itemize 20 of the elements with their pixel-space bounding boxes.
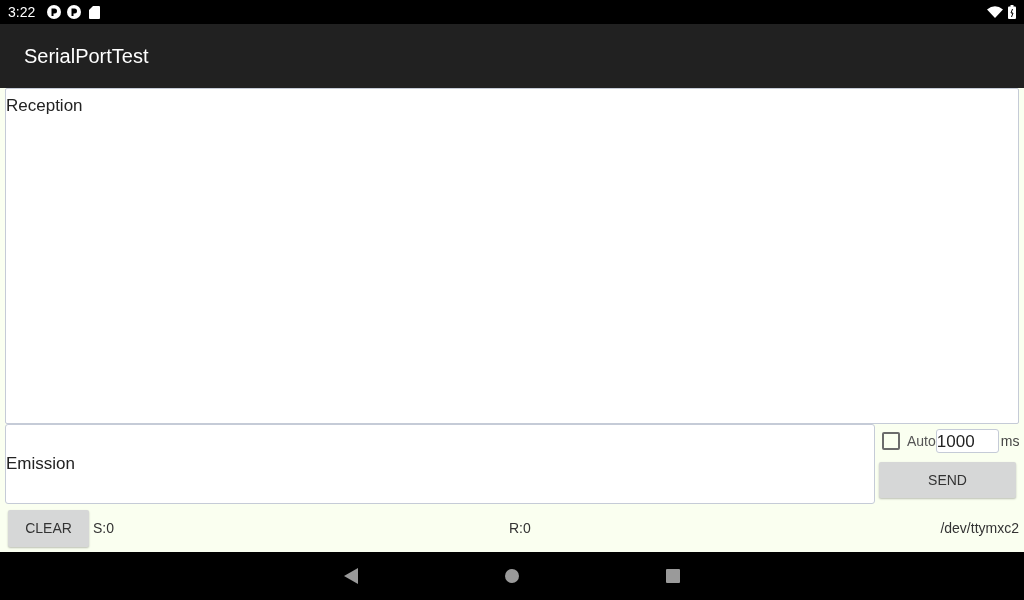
- status-time: 3:22: [8, 5, 36, 19]
- reception-area[interactable]: Reception: [5, 88, 1019, 424]
- interval-field[interactable]: 1000: [935, 429, 999, 453]
- auto-checkbox[interactable]: [882, 432, 900, 450]
- wifi-icon: [987, 6, 1003, 18]
- back-icon[interactable]: [344, 568, 358, 584]
- port-label: /dev/ttymxc2: [940, 518, 1019, 538]
- home-icon[interactable]: [505, 569, 519, 583]
- app-title: SerialPortTest: [24, 44, 149, 69]
- battery-icon: [1008, 5, 1016, 19]
- send-button[interactable]: SEND: [879, 462, 1016, 498]
- sent-count: S:0: [93, 520, 114, 536]
- unit-label: ms: [1000, 431, 1020, 451]
- auto-label: Auto: [907, 431, 936, 451]
- clear-button[interactable]: CLEAR: [8, 509, 89, 547]
- received-count: R:0: [509, 518, 531, 538]
- notification-icon: [47, 5, 62, 19]
- notification-icon: [67, 5, 82, 19]
- emission-field[interactable]: Emission: [5, 424, 875, 504]
- sd-card-icon: [89, 5, 101, 19]
